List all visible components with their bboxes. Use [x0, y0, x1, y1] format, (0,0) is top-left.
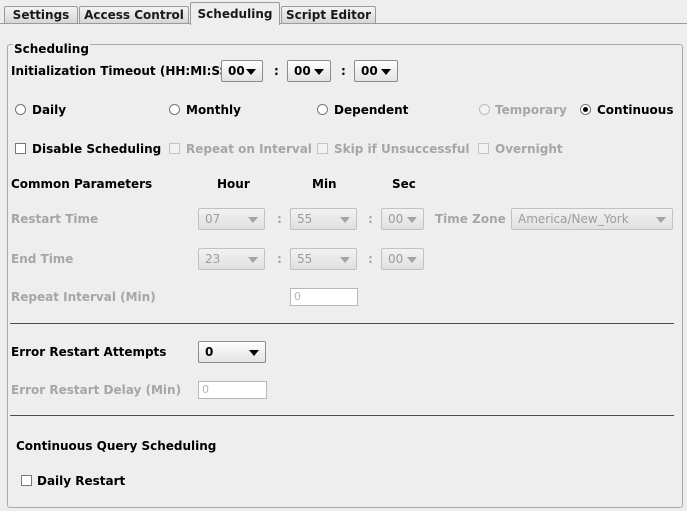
radio-monthly-label[interactable]: Monthly — [186, 103, 241, 117]
error-restart-attempts-value: 0 — [205, 345, 214, 359]
radio-continuous[interactable] — [580, 104, 591, 115]
sec-column-header: Sec — [392, 177, 416, 191]
time-zone-select: America/New_York — [511, 208, 673, 230]
restart-min-value: 55 — [297, 212, 313, 226]
repeat-interval-input: 0 — [290, 288, 358, 306]
time-zone-value: America/New_York — [518, 212, 629, 226]
error-restart-attempts-label: Error Restart Attempts — [11, 345, 167, 359]
tab-bar: Settings Access Control Scheduling Scrip… — [0, 0, 687, 25]
chevron-down-icon — [407, 217, 417, 223]
hour-column-header: Hour — [217, 177, 250, 191]
repeat-on-interval-label: Repeat on Interval — [186, 142, 312, 156]
tab-access-control[interactable]: Access Control — [79, 6, 189, 23]
end-hour-select: 23 — [198, 248, 265, 270]
chevron-down-icon — [340, 257, 350, 263]
chevron-down-icon — [340, 217, 350, 223]
colon-separator: : — [368, 212, 373, 226]
init-timeout-ss-select[interactable]: 00 — [354, 60, 398, 82]
error-restart-delay-input: 0 — [198, 381, 267, 399]
tab-scheduling[interactable]: Scheduling — [190, 2, 280, 25]
radio-daily-label[interactable]: Daily — [32, 103, 66, 117]
radio-daily[interactable] — [15, 104, 26, 115]
radio-temporary-label: Temporary — [495, 103, 567, 117]
end-hour-value: 23 — [205, 252, 221, 266]
daily-restart-label[interactable]: Daily Restart — [37, 474, 125, 488]
disable-scheduling-checkbox[interactable] — [15, 143, 26, 154]
chevron-down-icon — [381, 69, 391, 75]
colon-separator: : — [277, 212, 282, 226]
end-sec-select: 00 — [381, 248, 424, 270]
init-timeout-hh-value: 00 — [228, 64, 245, 78]
chevron-down-icon — [246, 69, 256, 75]
continuous-query-heading: Continuous Query Scheduling — [16, 439, 217, 453]
chevron-down-icon — [656, 217, 666, 223]
repeat-on-interval-checkbox — [169, 143, 180, 154]
repeat-interval-label: Repeat Interval (Min) — [11, 290, 156, 304]
radio-continuous-label[interactable]: Continuous — [597, 103, 673, 117]
daily-restart-checkbox[interactable] — [21, 475, 32, 486]
radio-dependent[interactable] — [317, 104, 328, 115]
skip-if-unsuccessful-checkbox — [317, 143, 328, 154]
init-timeout-mm-value: 00 — [294, 64, 311, 78]
colon-separator: : — [341, 64, 346, 78]
common-parameters-heading: Common Parameters — [11, 177, 153, 191]
restart-sec-value: 00 — [388, 212, 404, 226]
restart-hour-value: 07 — [205, 212, 221, 226]
init-timeout-mm-select[interactable]: 00 — [287, 60, 331, 82]
chevron-down-icon — [248, 257, 258, 263]
chevron-down-icon — [249, 350, 259, 356]
section-divider — [10, 415, 674, 416]
restart-min-select: 55 — [290, 208, 357, 230]
time-zone-label: Time Zone — [435, 212, 506, 226]
tab-settings[interactable]: Settings — [4, 6, 78, 23]
init-timeout-label: Initialization Timeout (HH:MI:SS) — [11, 64, 234, 78]
error-restart-delay-label: Error Restart Delay (Min) — [11, 383, 182, 397]
restart-sec-select: 00 — [381, 208, 424, 230]
panel-title: Scheduling — [13, 42, 90, 56]
radio-dependent-label[interactable]: Dependent — [334, 103, 408, 117]
colon-separator: : — [368, 252, 373, 266]
skip-if-unsuccessful-label: Skip if Unsuccessful — [334, 142, 470, 156]
disable-scheduling-label[interactable]: Disable Scheduling — [32, 142, 161, 156]
end-min-value: 55 — [297, 252, 313, 266]
colon-separator: : — [274, 64, 279, 78]
colon-separator: : — [277, 252, 282, 266]
section-divider — [10, 323, 674, 324]
restart-time-label: Restart Time — [11, 212, 99, 226]
radio-temporary — [479, 104, 490, 115]
min-column-header: Min — [312, 177, 337, 191]
chevron-down-icon — [314, 69, 324, 75]
tab-script-editor[interactable]: Script Editor — [281, 6, 376, 23]
overnight-checkbox — [478, 143, 489, 154]
chevron-down-icon — [248, 217, 258, 223]
radio-monthly[interactable] — [169, 104, 180, 115]
init-timeout-ss-value: 00 — [361, 64, 378, 78]
error-restart-attempts-select[interactable]: 0 — [198, 341, 266, 363]
chevron-down-icon — [407, 257, 417, 263]
end-time-label: End Time — [11, 252, 74, 266]
end-sec-value: 00 — [388, 252, 404, 266]
end-min-select: 55 — [290, 248, 357, 270]
init-timeout-hh-select[interactable]: 00 — [221, 60, 263, 82]
restart-hour-select: 07 — [198, 208, 265, 230]
overnight-label: Overnight — [495, 142, 563, 156]
